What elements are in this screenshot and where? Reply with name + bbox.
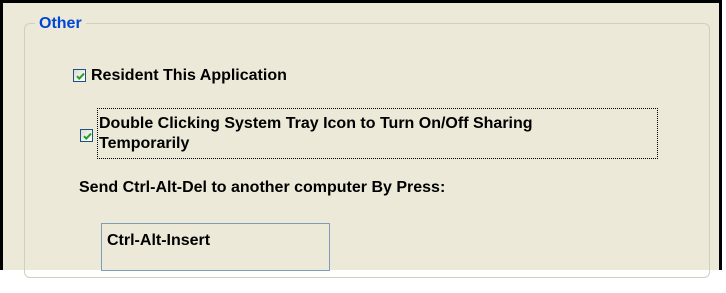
resident-label[interactable]: Resident This Application <box>91 67 287 85</box>
hotkey-label: Send Ctrl-Alt-Del to another computer By… <box>79 179 446 196</box>
resident-checkbox[interactable] <box>73 69 86 82</box>
double-click-label-line2[interactable]: Temporarily <box>99 135 189 153</box>
check-icon <box>76 72 85 81</box>
hotkey-value: Ctrl-Alt-Insert <box>107 232 211 249</box>
check-icon <box>83 132 92 141</box>
double-click-checkbox[interactable] <box>80 129 93 142</box>
double-click-label-line1[interactable]: Double Clicking System Tray Icon to Turn… <box>99 115 533 133</box>
hotkey-field[interactable]: Ctrl-Alt-Insert <box>101 223 330 271</box>
group-title: Other <box>35 15 86 33</box>
settings-panel: Other Resident This Application Double C… <box>0 0 722 278</box>
